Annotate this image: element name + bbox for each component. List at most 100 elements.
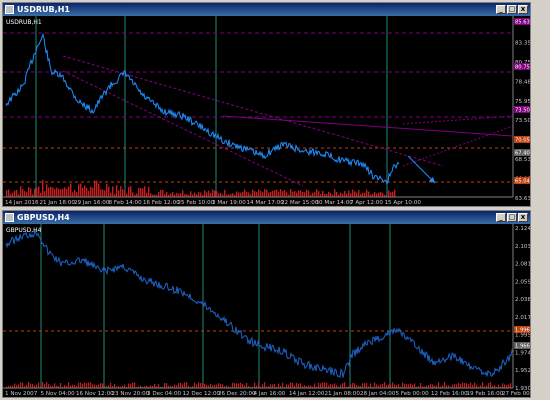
volume-bar: [134, 382, 136, 388]
volume-bar: [138, 187, 140, 197]
price-axis-label: 73.500: [515, 118, 530, 124]
volume-bar: [408, 384, 410, 388]
volume-bar: [116, 185, 118, 197]
usdrub-title-bar[interactable]: USDRUB,H1 _ □ x: [3, 3, 530, 16]
maximize-button[interactable]: □: [507, 213, 517, 222]
volume-bar: [382, 193, 384, 197]
volume-bar: [268, 192, 270, 197]
volume-bar: [18, 384, 20, 388]
volume-bar: [314, 383, 316, 388]
price-tag-label: 73.500: [515, 108, 530, 114]
volume-bar: [46, 382, 48, 388]
volume-bar: [208, 190, 210, 197]
volume-bar: [196, 384, 198, 388]
volume-bar: [298, 383, 300, 388]
volume-bar: [236, 383, 238, 388]
price-axis-label: 68.530: [515, 157, 530, 163]
volume-bar: [406, 384, 408, 388]
volume-bar: [136, 193, 138, 197]
minimize-button[interactable]: _: [496, 5, 506, 14]
volume-bar: [194, 382, 196, 388]
volume-bar: [334, 383, 336, 388]
volume-bar: [410, 383, 412, 388]
volume-bar: [142, 188, 144, 197]
price-tag-label: 85.630: [515, 20, 530, 26]
volume-bar: [350, 384, 352, 388]
volume-bar: [394, 384, 396, 388]
time-axis-label: 8 Feb 14:00: [109, 200, 143, 206]
volume-bar: [262, 192, 264, 197]
volume-bar: [40, 192, 42, 197]
close-button[interactable]: x: [518, 5, 528, 14]
volume-bar: [366, 189, 368, 197]
volume-bar: [304, 192, 306, 197]
volume-bar: [232, 382, 234, 388]
volume-bar: [322, 190, 324, 197]
volume-bar: [244, 189, 246, 197]
volume-bar: [286, 384, 288, 388]
volume-bar: [124, 384, 126, 388]
window-title: GBPUSD,H4: [17, 213, 70, 222]
volume-bar: [312, 192, 314, 197]
volume-bar: [14, 190, 16, 197]
volume-bar: [380, 384, 382, 388]
price-axis-label: 83.350: [515, 40, 530, 46]
volume-bar: [176, 192, 178, 197]
close-button[interactable]: x: [518, 213, 528, 222]
volume-bar: [154, 383, 156, 388]
usdrub-price-chart[interactable]: USDRUB,H1 85.630 83.350 80.750 78.480 75.950 7…: [3, 16, 530, 206]
volume-bar: [128, 187, 130, 197]
volume-bar: [240, 192, 242, 197]
usdrub-chart-window[interactable]: USDRUB,H1 _ □ x USDRUB,H1 85.630 83.350 80.…: [2, 2, 531, 207]
time-axis-label: 16 Feb 12:00: [143, 200, 180, 206]
volume-bar: [110, 382, 112, 388]
volume-bar: [370, 383, 372, 388]
volume-bar: [292, 191, 294, 197]
volume-bar: [206, 192, 208, 197]
volume-bar: [270, 384, 272, 388]
volume-bar: [358, 190, 360, 197]
volume-bar: [38, 382, 40, 388]
gbpusd-price-chart[interactable]: GBPUSD,H42.124702.103102.081502.059902.0…: [3, 224, 530, 397]
volume-bar: [238, 383, 240, 388]
volume-bar: [490, 382, 492, 388]
volume-bar: [26, 192, 28, 197]
volume-bar: [456, 384, 458, 388]
volume-bar: [498, 384, 500, 388]
price-axis-label: 75.950: [515, 99, 530, 105]
price-tag-label: 70.051: [515, 138, 530, 144]
volume-bar: [288, 384, 290, 388]
price-axis-label: 1.99520: [515, 333, 530, 339]
minimize-button[interactable]: _: [496, 213, 506, 222]
volume-bar: [468, 384, 470, 388]
volume-bar: [412, 384, 414, 388]
volume-bar: [78, 184, 80, 197]
volume-bar: [320, 383, 322, 388]
volume-bar: [20, 186, 22, 197]
volume-bar: [12, 192, 14, 197]
volume-bar: [330, 193, 332, 197]
volume-bar: [20, 382, 22, 388]
volume-bar: [242, 383, 244, 388]
price-tag-label: 80.750: [515, 65, 530, 71]
volume-bar: [354, 191, 356, 197]
gbpusd-chart-window[interactable]: GBPUSD,H4 _ □ x GBPUSD,H4 2.12470 2.10310 2…: [2, 210, 531, 398]
volume-bar: [454, 383, 456, 388]
volume-bar: [398, 384, 400, 388]
volume-bar: [462, 382, 464, 388]
chart-icon: [5, 5, 14, 14]
volume-bar: [376, 384, 378, 388]
gbpusd-title-bar[interactable]: GBPUSD,H4 _ □ x: [3, 211, 530, 224]
volume-bar: [150, 193, 152, 197]
volume-bar: [120, 186, 122, 197]
volume-bar: [302, 191, 304, 197]
volume-bar: [266, 189, 268, 197]
volume-bar: [128, 383, 130, 388]
volume-bar: [186, 382, 188, 388]
maximize-button[interactable]: □: [507, 5, 517, 14]
volume-bar: [470, 382, 472, 388]
volume-bar: [340, 192, 342, 197]
volume-bar: [54, 189, 56, 197]
time-axis-label: 15 Apr 10:00: [385, 200, 422, 206]
volume-bar: [352, 189, 354, 197]
